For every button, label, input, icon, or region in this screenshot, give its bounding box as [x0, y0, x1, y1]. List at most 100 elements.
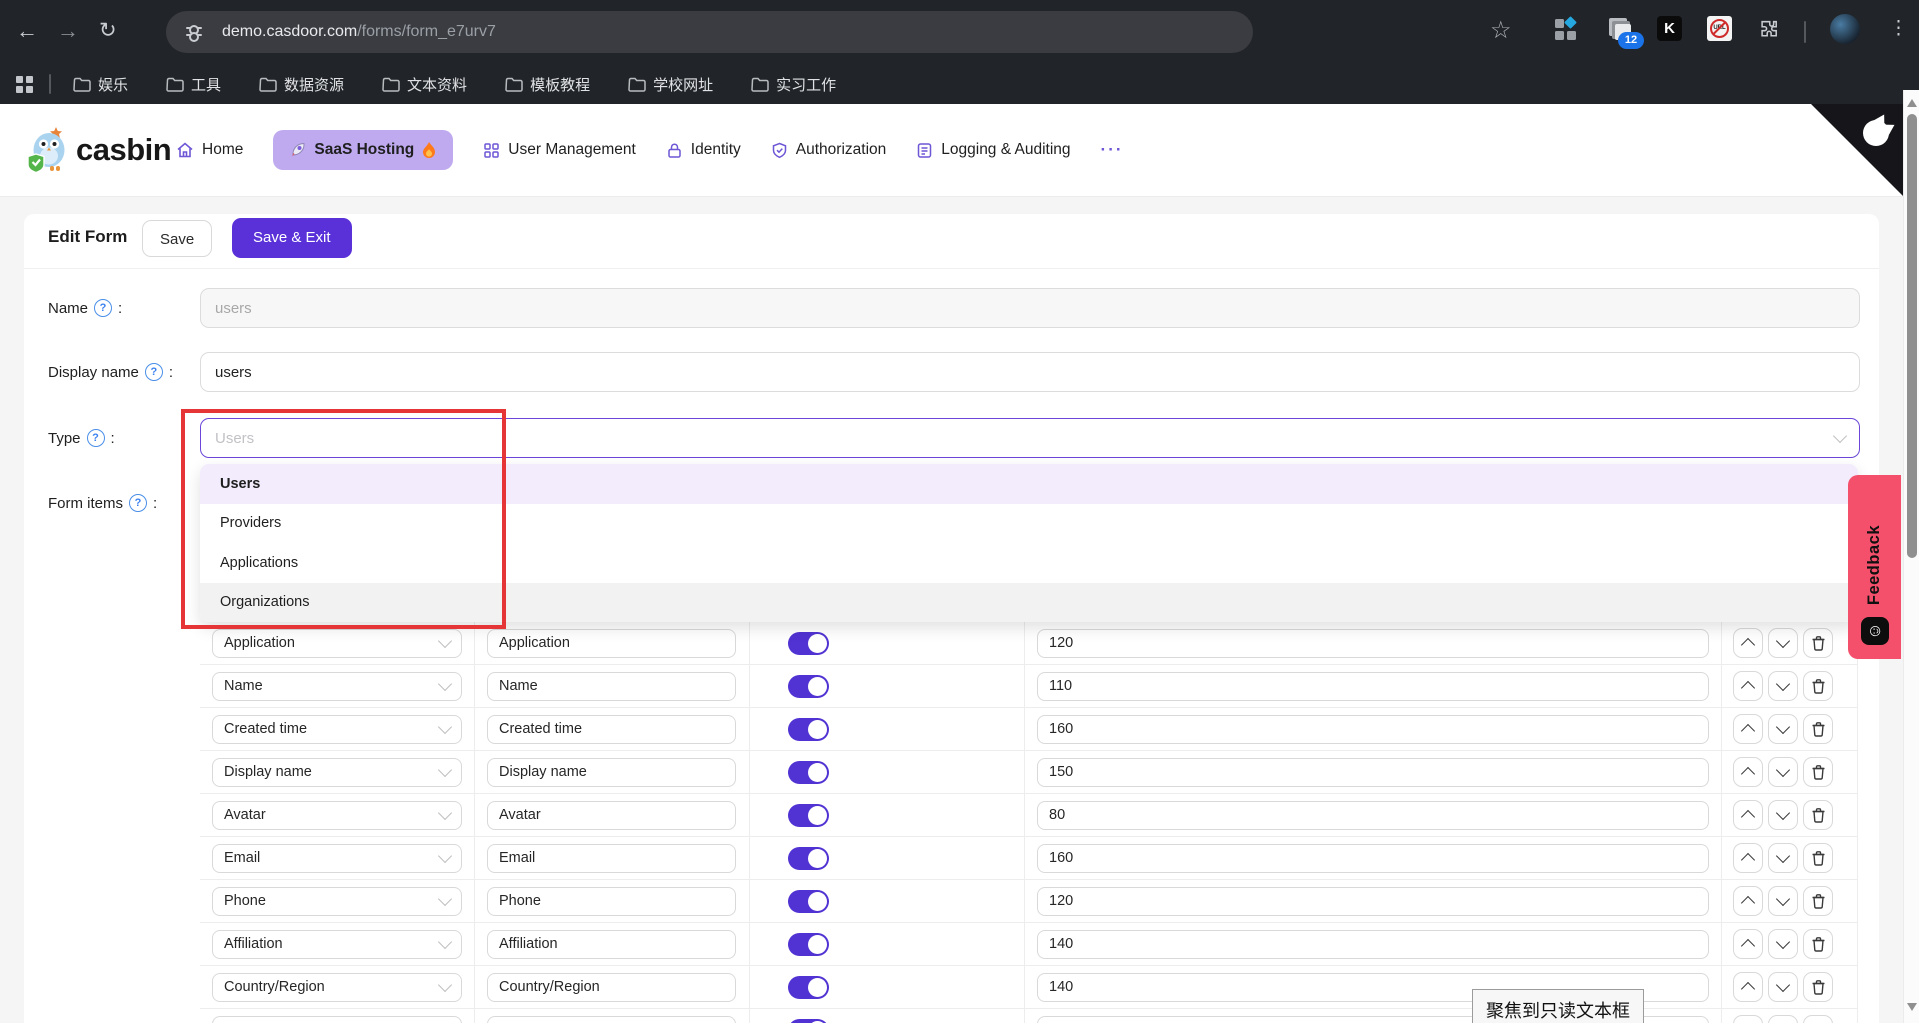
form-item-display-name-input[interactable]: Country/Region [487, 973, 736, 1002]
width-input[interactable]: 120 [1037, 887, 1709, 916]
width-input[interactable]: 160 [1037, 844, 1709, 873]
question-circle-icon[interactable]: ? [94, 299, 112, 317]
form-item-display-name-input[interactable]: Avatar [487, 801, 736, 830]
move-up-button[interactable] [1733, 1015, 1763, 1023]
bookmark-folder[interactable]: 模板教程 [505, 74, 590, 95]
menu-item-logging-auditing[interactable]: Logging & Auditing [916, 141, 1070, 159]
form-item-display-name-input[interactable]: Name [487, 672, 736, 701]
form-item-name-select[interactable]: Affiliation [212, 930, 462, 959]
form-item-display-name-input[interactable]: Email [487, 844, 736, 873]
back-icon[interactable]: ← [16, 18, 38, 44]
url-text[interactable]: demo.casdoor.com/forms/form_e7urv7 [222, 23, 496, 41]
display-name-input[interactable]: users [200, 352, 1860, 392]
width-input[interactable]: 140 [1037, 930, 1709, 959]
visible-toggle[interactable] [788, 890, 829, 913]
menu-item-more[interactable]: ··· [1101, 140, 1124, 160]
visible-toggle[interactable] [788, 632, 829, 655]
extension-k-icon[interactable]: K [1657, 16, 1682, 41]
extension-grid-icon[interactable] [1552, 16, 1578, 47]
delete-row-button[interactable] [1803, 843, 1833, 873]
page-scrollbar[interactable] [1903, 90, 1919, 1023]
question-circle-icon[interactable]: ? [129, 494, 147, 512]
reload-icon[interactable]: ↻ [99, 18, 117, 44]
bookmark-folder[interactable]: 文本资料 [382, 74, 467, 95]
form-item-name-select[interactable]: User type [212, 1016, 462, 1023]
form-item-name-select[interactable]: Country/Region [212, 973, 462, 1002]
move-down-button[interactable] [1768, 843, 1798, 873]
move-up-button[interactable] [1733, 628, 1763, 658]
visible-toggle[interactable] [788, 804, 829, 827]
forward-icon[interactable]: → [57, 18, 79, 44]
move-up-button[interactable] [1733, 671, 1763, 701]
visible-toggle[interactable] [788, 1019, 829, 1023]
scrollbar-down-arrow[interactable] [1907, 1003, 1917, 1011]
form-item-name-select[interactable]: Created time [212, 715, 462, 744]
width-input[interactable]: 110 [1037, 672, 1709, 701]
menu-item-saas-hosting[interactable]: SaaS Hosting [273, 130, 453, 170]
delete-row-button[interactable] [1803, 714, 1833, 744]
form-item-name-select[interactable]: Name [212, 672, 462, 701]
menu-item-home[interactable]: Home [176, 141, 243, 159]
move-down-button[interactable] [1768, 628, 1798, 658]
move-up-button[interactable] [1733, 886, 1763, 916]
visible-toggle[interactable] [788, 675, 829, 698]
visible-toggle[interactable] [788, 933, 829, 956]
browser-menu-icon[interactable]: ⋮ [1889, 17, 1908, 40]
delete-row-button[interactable] [1803, 671, 1833, 701]
scrollbar-up-arrow[interactable] [1907, 99, 1917, 107]
move-up-button[interactable] [1733, 843, 1763, 873]
bookmark-folder[interactable]: 学校网址 [628, 74, 713, 95]
form-item-display-name-input[interactable]: Display name [487, 758, 736, 787]
github-corner-ribbon[interactable] [1811, 104, 1903, 196]
bookmark-star-icon[interactable]: ☆ [1490, 16, 1512, 45]
delete-row-button[interactable] [1803, 800, 1833, 830]
delete-row-button[interactable] [1803, 929, 1833, 959]
scrollbar-thumb[interactable] [1907, 114, 1917, 558]
move-up-button[interactable] [1733, 972, 1763, 1002]
form-item-display-name-input[interactable]: Phone [487, 887, 736, 916]
delete-row-button[interactable] [1803, 886, 1833, 916]
width-input[interactable]: 150 [1037, 758, 1709, 787]
question-circle-icon[interactable]: ? [145, 363, 163, 381]
menu-item-authorization[interactable]: Authorization [771, 141, 886, 159]
width-input[interactable]: 120 [1037, 629, 1709, 658]
move-down-button[interactable] [1768, 1015, 1798, 1023]
delete-row-button[interactable] [1803, 757, 1833, 787]
form-item-display-name-input[interactable]: Created time [487, 715, 736, 744]
visible-toggle[interactable] [788, 718, 829, 741]
menu-item-identity[interactable]: Identity [666, 141, 741, 159]
form-item-display-name-input[interactable]: Application [487, 629, 736, 658]
apps-grid-icon[interactable] [16, 76, 33, 93]
move-down-button[interactable] [1768, 714, 1798, 744]
extensions-puzzle-icon[interactable] [1757, 17, 1781, 46]
visible-toggle[interactable] [788, 976, 829, 999]
casbin-logo[interactable]: casbin [26, 126, 171, 174]
move-down-button[interactable] [1768, 757, 1798, 787]
browser-profile-avatar[interactable] [1830, 14, 1860, 44]
form-item-name-select[interactable]: Email [212, 844, 462, 873]
bookmark-folder[interactable]: 数据资源 [259, 74, 344, 95]
visible-toggle[interactable] [788, 761, 829, 784]
delete-row-button[interactable] [1803, 628, 1833, 658]
extension-tabs-icon[interactable]: 12 [1606, 16, 1634, 49]
width-input[interactable]: 160 [1037, 715, 1709, 744]
move-down-button[interactable] [1768, 671, 1798, 701]
width-input[interactable]: 80 [1037, 801, 1709, 830]
bookmark-folder[interactable]: 实习工作 [751, 74, 836, 95]
move-up-button[interactable] [1733, 800, 1763, 830]
form-item-name-select[interactable]: Display name [212, 758, 462, 787]
move-up-button[interactable] [1733, 714, 1763, 744]
move-down-button[interactable] [1768, 929, 1798, 959]
feedback-tab[interactable]: Feedback ☺ [1848, 475, 1901, 659]
form-item-name-select[interactable]: Avatar [212, 801, 462, 830]
menu-item-user-management[interactable]: User Management [483, 141, 636, 159]
form-item-display-name-input[interactable]: User type [487, 1016, 736, 1023]
bookmark-folder[interactable]: 工具 [166, 74, 221, 95]
form-item-name-select[interactable]: Application [212, 629, 462, 658]
save-button[interactable]: Save [142, 220, 212, 257]
move-up-button[interactable] [1733, 929, 1763, 959]
visible-toggle[interactable] [788, 847, 829, 870]
address-bar[interactable]: demo.casdoor.com/forms/form_e7urv7 [166, 11, 1253, 53]
form-item-name-select[interactable]: Phone [212, 887, 462, 916]
site-info-icon[interactable] [186, 26, 202, 38]
